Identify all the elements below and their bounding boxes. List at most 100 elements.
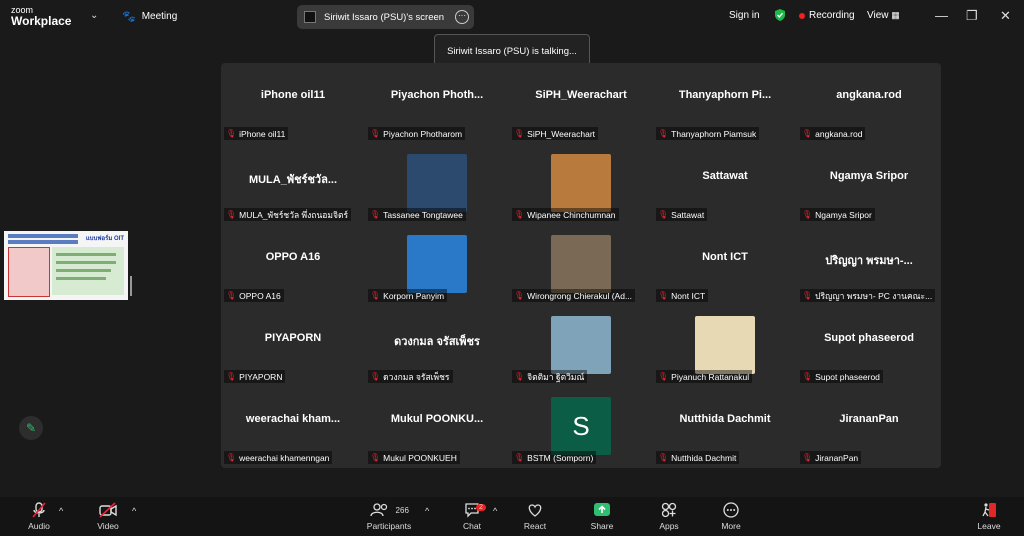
video-button[interactable]: Video xyxy=(93,501,123,531)
chevron-down-icon[interactable]: ⌄ xyxy=(90,10,98,21)
participant-display-name: Ngamya Sripor xyxy=(829,170,909,182)
participant-tile[interactable]: JirananPan 🎙 JirananPan xyxy=(797,387,941,468)
participant-tile[interactable]: Supot phaseerod 🎙 Supot phaseerod xyxy=(797,306,941,387)
participant-video xyxy=(407,235,467,293)
meeting-toolbar: Audio ^ Video ^ 266 Participants ^ 2 Cha… xyxy=(0,497,1024,536)
participant-display-name: PIYAPORN xyxy=(264,332,322,344)
muted-mic-icon: 🎙 xyxy=(658,129,669,138)
shared-screen-thumbnail[interactable]: แบบฟอร์ม OIT xyxy=(4,231,128,300)
participant-tile[interactable]: Mukul POONKU... 🎙 Mukul POONKUEH xyxy=(365,387,509,468)
participant-tile[interactable]: 🎙 จิตติมา ฐิตวิมณ์ xyxy=(509,306,653,387)
apps-label: Apps xyxy=(659,521,679,531)
zoom-logo: zoom Workplace xyxy=(11,5,71,27)
paw-icon: 🐾 xyxy=(122,11,136,23)
participant-name-label: 🎙 MULA_พัชร์ชวัล พึ่งถนอมจิตร์ xyxy=(224,208,352,221)
participant-tile[interactable]: Nont ICT 🎙 Nont ICT xyxy=(653,225,797,306)
thumbnail-resize-handle[interactable] xyxy=(130,276,132,296)
participant-tile[interactable]: weerachai kham... 🎙 weerachai khamenngan xyxy=(221,387,365,468)
participant-tile[interactable]: ดวงกมล จรัสเพ็ชร 🎙 ดวงกมล จรัสเพ็ชร xyxy=(365,306,509,387)
participant-name-label: 🎙 OPPO A16 xyxy=(224,289,284,302)
participants-button[interactable]: 266 Participants xyxy=(363,501,415,531)
restore-icon[interactable]: ❐ xyxy=(966,8,978,24)
participant-name-text: PIYAPORN xyxy=(239,371,283,382)
share-label: Share xyxy=(590,521,614,531)
meeting-info[interactable]: 🐾 Meeting xyxy=(122,10,177,23)
audio-button[interactable]: Audio xyxy=(24,501,54,531)
muted-mic-icon: 🎙 xyxy=(226,210,237,219)
participant-tile[interactable]: S 🎙 BSTM (Somporn) xyxy=(509,387,653,468)
participant-tile[interactable]: OPPO A16 🎙 OPPO A16 xyxy=(221,225,365,306)
participant-display-name: Supot phaseerod xyxy=(824,332,914,344)
participant-name-label: 🎙 จิตติมา ฐิตวิมณ์ xyxy=(512,370,588,383)
sign-in-link[interactable]: Sign in xyxy=(729,10,760,21)
participant-tile[interactable]: PIYAPORN 🎙 PIYAPORN xyxy=(221,306,365,387)
muted-mic-icon: 🎙 xyxy=(226,291,237,300)
stop-share-icon[interactable] xyxy=(304,11,316,23)
participant-tile[interactable]: 🎙 Wipanee Chinchumnan xyxy=(509,144,653,225)
chat-caret-icon[interactable]: ^ xyxy=(493,506,497,516)
participant-name-text: ปริญญา พรมษา- PC งานคณะ... xyxy=(815,290,933,301)
participant-name-text: SiPH_Weerachart xyxy=(527,128,596,139)
participant-name-label: 🎙 Mukul POONKUEH xyxy=(368,451,460,464)
participant-tile[interactable]: Nutthida Dachmit 🎙 Nutthida Dachmit xyxy=(653,387,797,468)
view-button[interactable]: View ▦ xyxy=(867,10,900,21)
participant-tile[interactable]: 🎙 Tassanee Tongtawee xyxy=(365,144,509,225)
meeting-label: Meeting xyxy=(141,11,178,22)
video-options-caret-icon[interactable]: ^ xyxy=(132,506,136,516)
participant-video xyxy=(551,154,611,212)
participant-name-text: Nutthida Dachmit xyxy=(671,452,737,463)
participant-display-name: weerachai kham... xyxy=(245,413,341,425)
participant-name-label: 🎙 Nutthida Dachmit xyxy=(656,451,740,464)
share-title-pill[interactable]: Siriwit Issaro (PSU)'s screen ··· xyxy=(297,5,474,29)
audio-options-caret-icon[interactable]: ^ xyxy=(59,506,63,516)
participant-name-label: 🎙 BSTM (Somporn) xyxy=(512,451,597,464)
participant-name-label: 🎙 Wipanee Chinchumnan xyxy=(512,208,619,221)
recording-dot-icon xyxy=(799,12,805,19)
participant-tile[interactable]: 🎙 Wirongrong Chierakul (Ad... xyxy=(509,225,653,306)
participant-name-text: Nont ICT xyxy=(671,290,706,301)
recording-indicator[interactable]: Recording xyxy=(799,10,855,21)
participant-tile[interactable]: 🎙 Korporn Panyim xyxy=(365,225,509,306)
participant-tile[interactable]: angkana.rod 🎙 angkana.rod xyxy=(797,63,941,144)
close-icon[interactable]: ✕ xyxy=(1000,8,1011,24)
leave-button[interactable]: Leave xyxy=(975,501,1003,531)
pen-icon[interactable]: ✎ xyxy=(19,416,43,440)
video-off-icon xyxy=(93,501,123,521)
participant-tile[interactable]: Thanyaphorn Pi... 🎙 Thanyaphorn Piamsuk xyxy=(653,63,797,144)
share-icon xyxy=(585,501,619,521)
more-button[interactable]: More xyxy=(717,501,745,531)
participant-tile[interactable]: Sattawat 🎙 Sattawat xyxy=(653,144,797,225)
participant-tile[interactable]: MULA_พัชร์ชวัล... 🎙 MULA_พัชร์ชวัล พึ่งถนอ… xyxy=(221,144,365,225)
participant-name-label: 🎙 Wirongrong Chierakul (Ad... xyxy=(512,289,636,302)
participant-name-label: 🎙 iPhone oil11 xyxy=(224,127,289,140)
participant-name-text: Supot phaseerod xyxy=(815,371,880,382)
apps-icon xyxy=(654,501,684,521)
participant-tile[interactable]: Piyachon Photh... 🎙 Piyachon Photharom xyxy=(365,63,509,144)
more-options-icon[interactable]: ··· xyxy=(455,10,469,24)
recording-label: Recording xyxy=(809,10,855,21)
participant-tile[interactable]: iPhone oil11 🎙 iPhone oil11 xyxy=(221,63,365,144)
apps-button[interactable]: Apps xyxy=(654,501,684,531)
participant-name-text: Thanyaphorn Piamsuk xyxy=(671,128,757,139)
participant-name-label: 🎙 Korporn Panyim xyxy=(368,289,448,302)
participants-count: 266 xyxy=(395,506,409,515)
participant-tile[interactable]: SiPH_Weerachart 🎙 SiPH_Weerachart xyxy=(509,63,653,144)
participant-name-label: 🎙 JirananPan xyxy=(800,451,862,464)
participant-tile[interactable]: 🎙 Piyanuch Rattanakul xyxy=(653,306,797,387)
chat-button[interactable]: 2 Chat xyxy=(458,501,486,531)
participants-caret-icon[interactable]: ^ xyxy=(425,506,429,516)
minimize-icon[interactable]: — xyxy=(935,8,948,23)
muted-mic-icon: 🎙 xyxy=(802,372,813,381)
participant-name-text: angkana.rod xyxy=(815,128,863,139)
react-button[interactable]: React xyxy=(520,501,550,531)
participant-name-text: Piyanuch Rattanakul xyxy=(671,371,750,382)
participant-name-label: 🎙 weerachai khamenngan xyxy=(224,451,333,464)
muted-mic-icon: 🎙 xyxy=(226,453,237,462)
participant-name-text: JirananPan xyxy=(815,452,859,463)
shield-icon[interactable] xyxy=(773,8,787,22)
participant-display-name: angkana.rod xyxy=(836,89,902,101)
share-button[interactable]: Share xyxy=(585,501,619,531)
participant-tile[interactable]: Ngamya Sripor 🎙 Ngamya Sripor xyxy=(797,144,941,225)
participant-display-name: Thanyaphorn Pi... xyxy=(678,89,772,101)
participant-tile[interactable]: ปริญญา พรมษา-... 🎙 ปริญญา พรมษา- PC งานคณะ… xyxy=(797,225,941,306)
